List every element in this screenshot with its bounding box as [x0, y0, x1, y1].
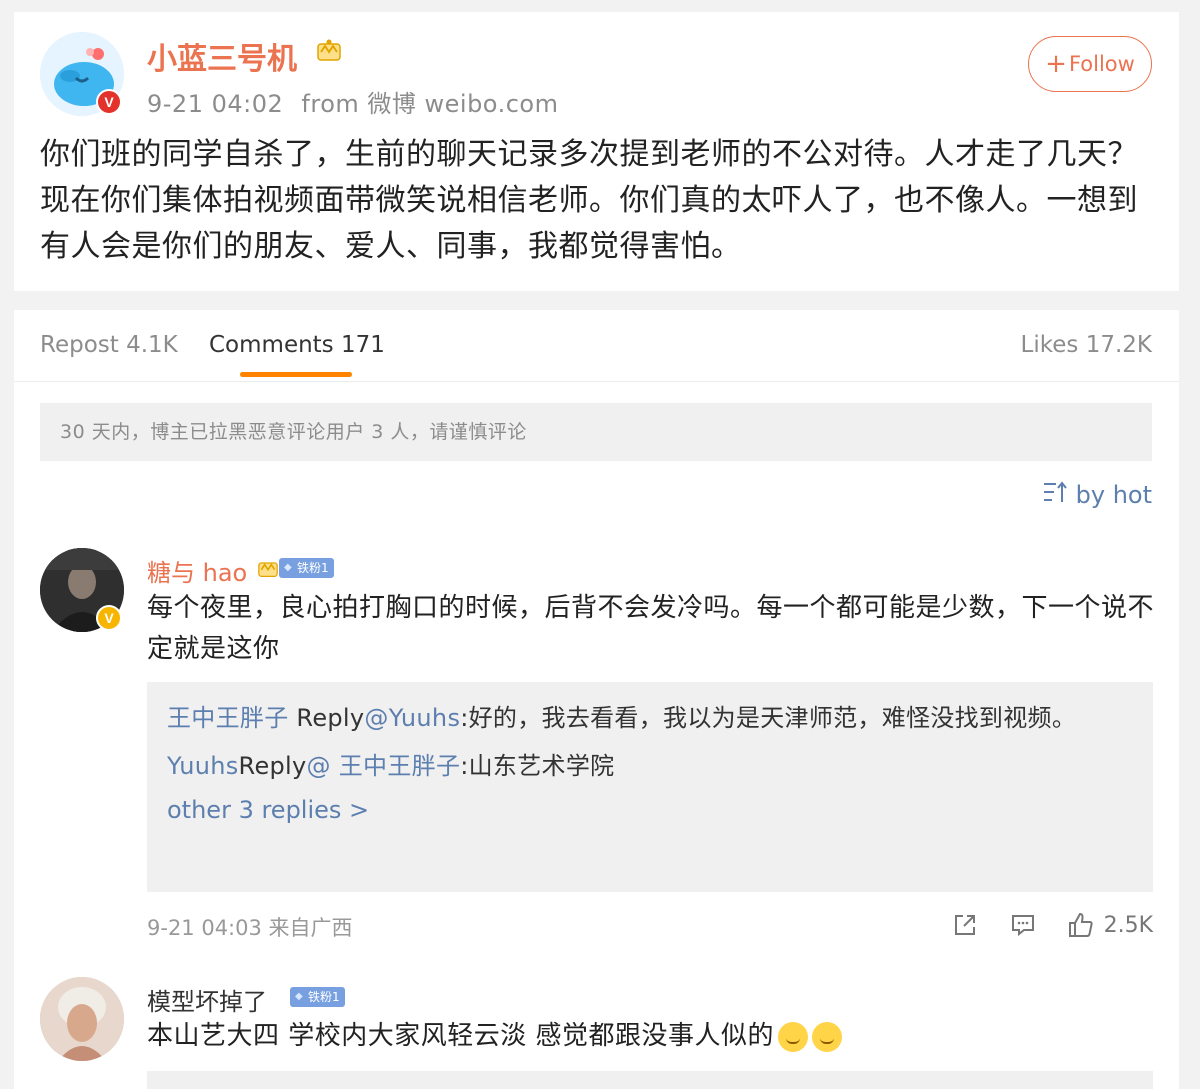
comment-text: 本山艺大四 学校内大家风轻云淡 感觉都跟没事人似的 — [147, 1016, 1157, 1057]
reply-item[interactable]: YuuhsReply@ 王中王胖子:山东艺术学院 — [167, 746, 1133, 786]
post-meta: 9-21 04:02 from 微博 weibo.com — [147, 84, 558, 119]
emoji-icon — [812, 1021, 843, 1052]
tab-bar: Repost 4.1K Comments 171 Likes 17.2K — [14, 310, 1179, 382]
reply-word: Reply — [288, 704, 365, 732]
fan-badge: 铁粉1 — [290, 987, 345, 1007]
reply-user[interactable]: 王中王胖子 — [167, 704, 289, 732]
commenter-name[interactable]: 模型坏掉了 — [147, 982, 267, 1017]
reply-thread — [147, 1071, 1153, 1089]
post-text: 你们班的同学自杀了，生前的聊天记录多次提到老师的不公对待。人才走了几天？现在你们… — [40, 137, 1138, 264]
commenter-name[interactable]: 糖与 hao — [147, 553, 247, 588]
moderation-notice: 30 天内，博主已拉黑恶意评论用户 3 人，请谨慎评论 — [40, 403, 1152, 461]
comment-icon[interactable] — [1008, 910, 1038, 940]
crown-icon — [257, 558, 279, 582]
reply-thread: 王中王胖子 Reply@Yuuhs:好的，我去看看，我以为是天津师范，难怪没找到… — [147, 682, 1153, 892]
tab-repost[interactable]: Repost 4.1K — [40, 332, 178, 358]
post-card: V 小蓝三号机 9-21 04:02 from 微博 weibo.com + F… — [14, 12, 1179, 291]
follow-button[interactable]: + Follow — [1028, 36, 1152, 92]
post-source[interactable]: from 微博 weibo.com — [301, 90, 558, 118]
like-icon[interactable] — [1066, 910, 1096, 940]
emoji-icon — [778, 1021, 809, 1052]
comments-section: Repost 4.1K Comments 171 Likes 17.2K 30 … — [14, 310, 1179, 1089]
more-replies-link[interactable]: other 3 replies > — [167, 796, 1133, 824]
reply-word: Reply — [238, 752, 307, 780]
like-count: 2.5K — [1103, 912, 1153, 938]
commenter-avatar[interactable] — [40, 977, 124, 1061]
fan-badge: 铁粉1 — [279, 558, 334, 578]
share-icon[interactable] — [950, 910, 980, 940]
reply-text: :山东艺术学院 — [460, 752, 615, 780]
follow-label: Follow — [1068, 52, 1135, 76]
reply-item[interactable]: 王中王胖子 Reply@Yuuhs:好的，我去看看，我以为是天津师范，难怪没找到… — [167, 698, 1133, 738]
active-tab-indicator — [240, 372, 352, 377]
verified-badge: V — [96, 89, 122, 115]
author-name[interactable]: 小蓝三号机 — [147, 34, 297, 78]
crown-icon — [316, 38, 342, 66]
comment-actions: 2.5K — [950, 910, 1153, 940]
tab-comments[interactable]: Comments 171 — [209, 332, 385, 358]
reply-target[interactable]: @ 王中王胖子 — [307, 752, 461, 780]
tab-likes[interactable]: Likes 17.2K — [1021, 332, 1152, 358]
sort-label: by hot — [1075, 481, 1152, 509]
plus-icon: + — [1045, 49, 1067, 79]
post-time: 9-21 04:02 — [147, 90, 284, 118]
reply-target[interactable]: @Yuuhs — [364, 704, 460, 732]
reply-text: :好的，我去看看，我以为是天津师范，难怪没找到视频。 — [460, 704, 1077, 732]
comment-time: 9-21 04:03 来自广西 — [147, 916, 353, 940]
avatar-photo — [40, 977, 124, 1061]
sort-button[interactable]: by hot — [1042, 480, 1152, 510]
comment-text-body: 本山艺大四 学校内大家风轻云淡 感觉都跟没事人似的 — [147, 1021, 775, 1051]
verified-badge: V — [96, 605, 122, 631]
sort-icon — [1042, 480, 1068, 510]
reply-user[interactable]: Yuuhs — [167, 752, 239, 780]
comment-footer: 9-21 04:03 来自广西 2.5K — [147, 910, 1153, 942]
comment-text: 每个夜里，良心拍打胸口的时候，后背不会发冷吗。每一个都可能是少数，下一个说不定就… — [147, 593, 1155, 664]
